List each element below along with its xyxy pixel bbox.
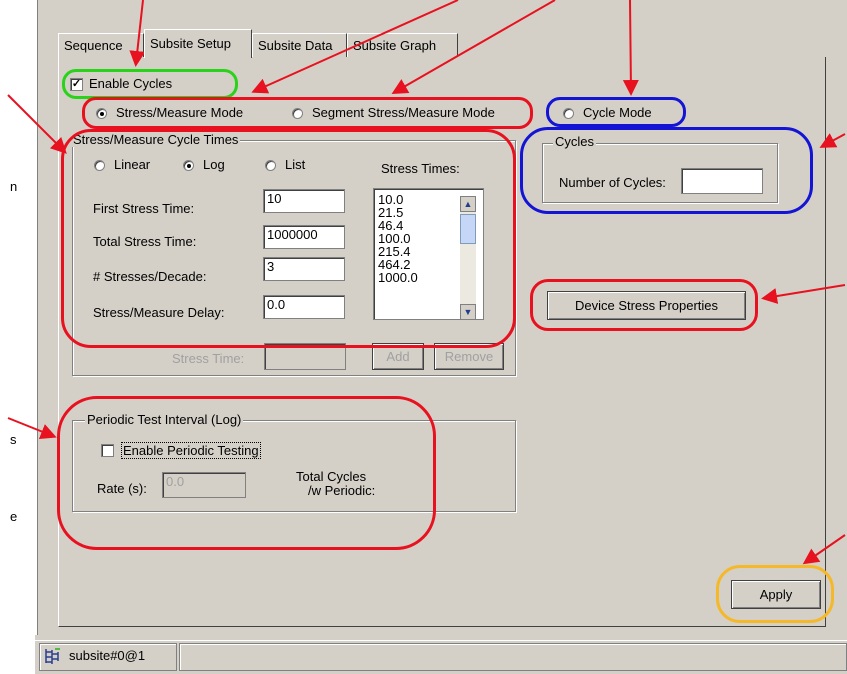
- list-label: List: [285, 157, 306, 172]
- stresses-per-decade-label: # Stresses/Decade:: [93, 269, 207, 284]
- total-stress-time-label: Total Stress Time:: [93, 234, 197, 249]
- periodic-test-interval-group: [72, 420, 516, 512]
- rate-label: Rate (s):: [97, 481, 147, 496]
- total-cycles-periodic-label: /w Periodic:: [308, 483, 376, 498]
- stresses-per-decade-input[interactable]: 3: [263, 257, 345, 281]
- tab-subsite-setup[interactable]: Subsite Setup: [144, 29, 252, 58]
- margin-text-fragment: s: [10, 432, 17, 447]
- cycle-mode-label: Cycle Mode: [583, 105, 652, 120]
- apply-button[interactable]: Apply: [731, 580, 821, 609]
- window-edge: [35, 0, 38, 635]
- linear-radio[interactable]: [94, 160, 105, 171]
- first-stress-time-label: First Stress Time:: [93, 201, 195, 216]
- stress-measure-delay-label: Stress/Measure Delay:: [93, 305, 225, 320]
- cycle-mode-radio[interactable]: [563, 108, 574, 119]
- remove-button[interactable]: Remove: [434, 343, 504, 370]
- margin-text-fragment: n: [10, 179, 18, 194]
- margin-text-fragment: e: [10, 509, 18, 524]
- stress-measure-delay-input[interactable]: 0.0: [263, 295, 345, 319]
- enable-cycles-label: Enable Cycles: [89, 76, 173, 91]
- log-label: Log: [203, 157, 225, 172]
- status-pane-main: [179, 643, 847, 671]
- linear-label: Linear: [114, 157, 151, 172]
- stress-measure-mode-label: Stress/Measure Mode: [116, 105, 244, 120]
- segment-stress-measure-mode-radio[interactable]: [292, 108, 303, 119]
- cycles-title: Cycles: [553, 134, 597, 149]
- add-button[interactable]: Add: [372, 343, 424, 370]
- total-cycles-label: Total Cycles: [296, 469, 367, 484]
- enable-periodic-testing-checkbox[interactable]: [101, 444, 114, 457]
- stress-time-input[interactable]: [264, 343, 346, 370]
- enable-periodic-testing-label: Enable Periodic Testing: [121, 442, 261, 459]
- number-of-cycles-input[interactable]: [681, 168, 763, 194]
- periodic-test-interval-title: Periodic Test Interval (Log): [85, 412, 244, 427]
- device-stress-properties-button[interactable]: Device Stress Properties: [547, 291, 746, 320]
- tab-sequence[interactable]: Sequence: [58, 33, 144, 57]
- scroll-up-icon[interactable]: ▲: [460, 196, 476, 212]
- subsite-status-label: subsite#0@1: [69, 648, 146, 663]
- total-stress-time-input[interactable]: 1000000: [263, 225, 345, 249]
- list-radio[interactable]: [265, 160, 276, 171]
- enable-cycles-checkbox[interactable]: ✓: [70, 78, 83, 91]
- tab-subsite-graph[interactable]: Subsite Graph: [347, 33, 458, 57]
- scroll-thumb[interactable]: [460, 214, 476, 244]
- scroll-down-icon[interactable]: ▼: [460, 304, 476, 320]
- number-of-cycles-label: Number of Cycles:: [559, 175, 666, 190]
- segment-stress-measure-mode-label: Segment Stress/Measure Mode: [312, 105, 495, 120]
- subsite-tree-icon: [43, 646, 63, 666]
- tab-subsite-data[interactable]: Subsite Data: [252, 33, 347, 57]
- stress-measure-mode-radio[interactable]: [96, 108, 107, 119]
- list-item[interactable]: 1000.0: [378, 271, 418, 284]
- first-stress-time-input[interactable]: 10: [263, 189, 345, 213]
- rate-input[interactable]: 0.0: [162, 472, 246, 498]
- log-radio[interactable]: [183, 160, 194, 171]
- stress-measure-cycle-times-title: Stress/Measure Cycle Times: [71, 132, 241, 147]
- stress-time-label: Stress Time:: [172, 351, 245, 366]
- stress-times-label: Stress Times:: [381, 161, 460, 176]
